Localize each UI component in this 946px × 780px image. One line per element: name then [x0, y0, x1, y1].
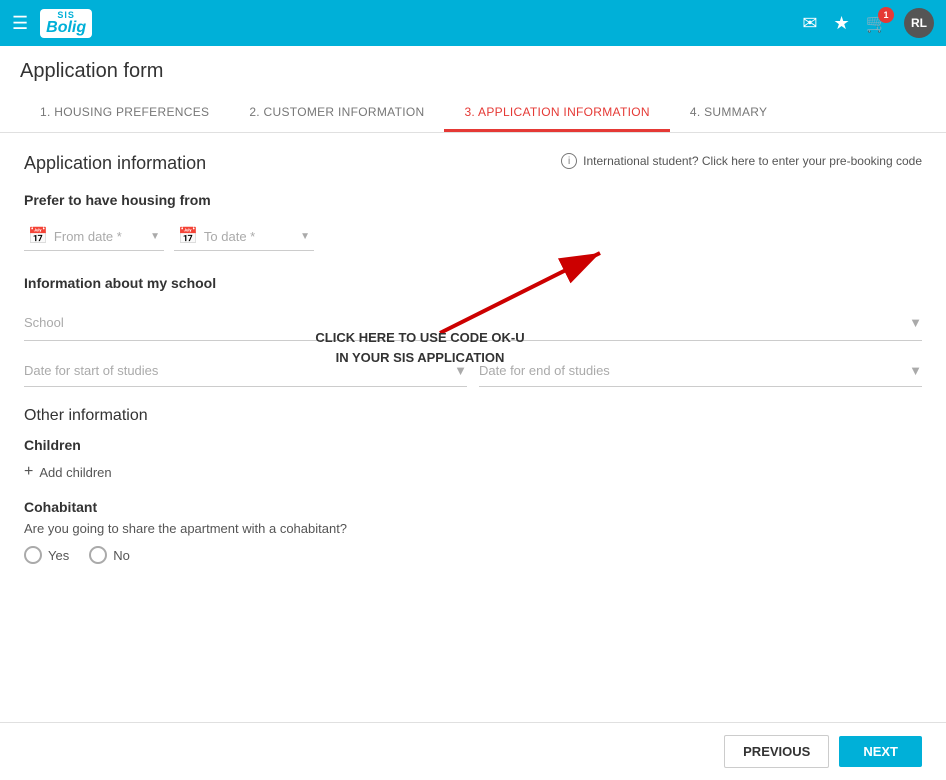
to-date-arrow-icon: ▼ — [300, 231, 310, 242]
plus-icon: + — [24, 463, 33, 481]
other-section: Other information Children + Add childre… — [24, 407, 922, 564]
children-label: Children — [24, 437, 922, 453]
cohabitant-title: Cohabitant — [24, 499, 922, 515]
nav-right: ✉ ★ 🛒 1 RL — [802, 8, 934, 38]
end-studies-field[interactable]: Date for end of studies ▼ — [479, 355, 922, 387]
no-label: No — [113, 548, 130, 563]
from-date-field[interactable]: 📅 From date * ▼ — [24, 222, 164, 251]
add-children-button[interactable]: + Add children — [24, 463, 922, 481]
study-dates-row: Date for start of studies ▼ Date for end… — [24, 355, 922, 387]
next-button[interactable]: NEXT — [839, 736, 922, 767]
mail-icon[interactable]: ✉ — [802, 13, 817, 34]
cohabitant-radio-group: Yes No — [24, 546, 922, 564]
radio-circle-no — [89, 546, 107, 564]
tab-summary[interactable]: 4. SUMMARY — [670, 95, 787, 132]
cart-badge: 1 — [878, 7, 894, 23]
school-section: Information about my school School ▼ Dat… — [24, 275, 922, 387]
housing-from-label: Prefer to have housing from — [24, 192, 922, 208]
nav-left: ☰ SIS Bolig — [12, 9, 92, 38]
main-content: Application information i International … — [0, 133, 946, 722]
cohabitant-question: Are you going to share the apartment wit… — [24, 521, 922, 536]
radio-circle-yes — [24, 546, 42, 564]
school-dropdown-arrow-icon: ▼ — [909, 315, 922, 330]
school-placeholder: School — [24, 315, 64, 330]
start-studies-arrow-icon: ▼ — [454, 363, 467, 378]
star-icon[interactable]: ★ — [833, 13, 849, 34]
date-row: 📅 From date * ▼ 📅 To date * ▼ — [24, 222, 922, 251]
top-navigation: ☰ SIS Bolig ✉ ★ 🛒 1 RL — [0, 0, 946, 46]
info-icon: i — [561, 153, 577, 169]
logo-bolig-text: Bolig — [46, 20, 86, 36]
from-date-placeholder: From date * — [54, 229, 144, 244]
other-info-title: Other information — [24, 407, 922, 425]
hamburger-menu-icon[interactable]: ☰ — [12, 13, 28, 34]
tab-customer-information[interactable]: 2. CUSTOMER INFORMATION — [229, 95, 444, 132]
avatar[interactable]: RL — [904, 8, 934, 38]
page-title: Application form — [20, 60, 926, 83]
cart-icon[interactable]: 🛒 1 — [866, 13, 888, 34]
to-date-field[interactable]: 📅 To date * ▼ — [174, 222, 314, 251]
start-studies-field[interactable]: Date for start of studies ▼ — [24, 355, 467, 387]
radio-no[interactable]: No — [89, 546, 130, 564]
logo[interactable]: SIS Bolig — [40, 9, 92, 38]
intl-student-text: International student? Click here to ent… — [583, 154, 922, 168]
tab-bar: 1. HOUSING PREFERENCES 2. CUSTOMER INFOR… — [20, 95, 926, 132]
footer-bar: PREVIOUS NEXT — [0, 722, 946, 780]
school-dropdown[interactable]: School ▼ — [24, 305, 922, 341]
calendar-icon-to: 📅 — [178, 226, 198, 246]
yes-label: Yes — [48, 548, 69, 563]
school-section-title: Information about my school — [24, 275, 922, 291]
intl-student-link[interactable]: i International student? Click here to e… — [561, 153, 922, 169]
calendar-icon-from: 📅 — [28, 226, 48, 246]
start-studies-placeholder: Date for start of studies — [24, 363, 158, 378]
end-studies-placeholder: Date for end of studies — [479, 363, 610, 378]
from-date-arrow-icon: ▼ — [150, 231, 160, 242]
tab-application-information[interactable]: 3. APPLICATION INFORMATION — [444, 95, 669, 132]
tab-housing-preferences[interactable]: 1. HOUSING PREFERENCES — [20, 95, 229, 132]
page-header: Application form 1. HOUSING PREFERENCES … — [0, 46, 946, 133]
radio-yes[interactable]: Yes — [24, 546, 69, 564]
add-children-label: Add children — [39, 465, 111, 480]
previous-button[interactable]: PREVIOUS — [724, 735, 829, 768]
to-date-placeholder: To date * — [204, 229, 294, 244]
end-studies-arrow-icon: ▼ — [909, 363, 922, 378]
